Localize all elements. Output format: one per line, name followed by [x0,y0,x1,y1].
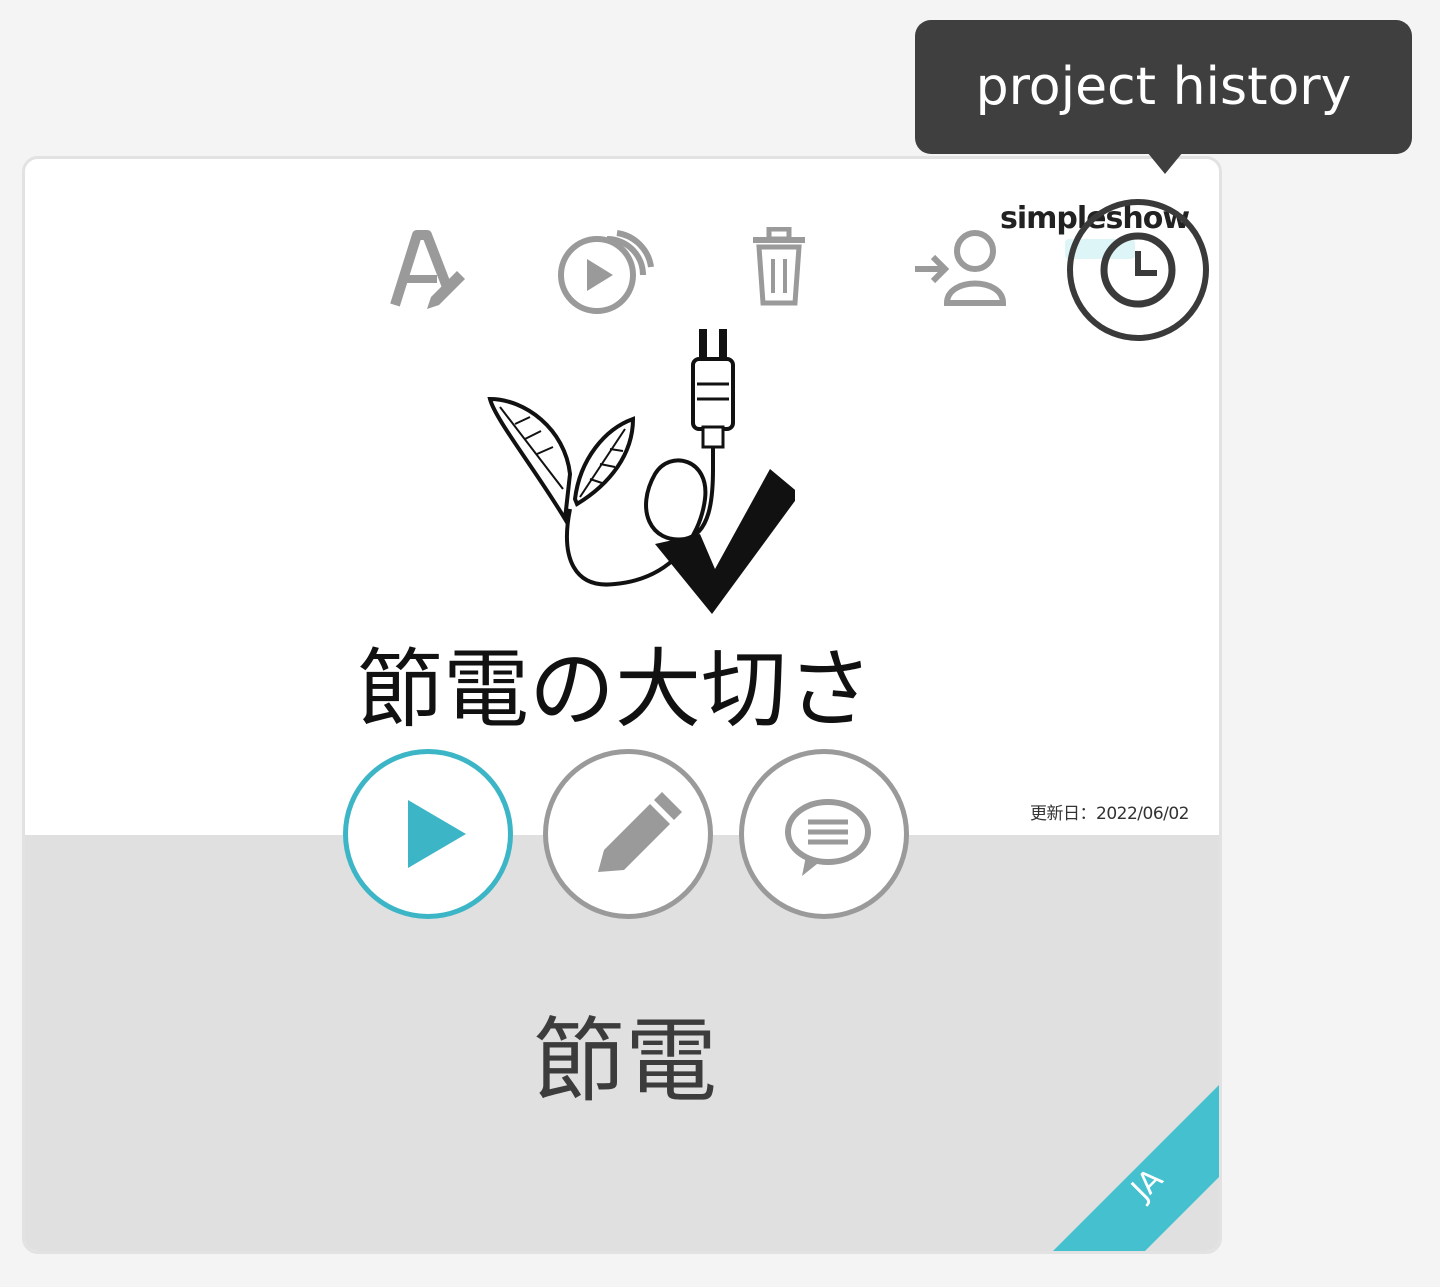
speech-bubble-icon [785,799,871,876]
play-button[interactable] [343,749,513,919]
update-date: 更新日：2022/06/02 [1030,804,1189,824]
tooltip-project-history: project history [915,20,1412,154]
slide-title: 節電の大切さ [357,640,873,740]
project-name: 節電 [532,1008,717,1115]
leaf-plug-checkmark-illustration [487,329,795,614]
pencil-icon [598,792,682,872]
tooltip-arrow [1147,152,1183,174]
rename-icon[interactable] [387,227,467,317]
edit-button[interactable] [543,749,713,919]
project-card[interactable]: simpleshow 節電の大切さ 更新日：2022/06/02 節電 JA [22,156,1222,1254]
trash-icon[interactable] [747,227,811,307]
comment-button[interactable] [739,749,909,919]
presentations-icon[interactable] [555,219,655,319]
share-user-icon[interactable] [911,227,1011,307]
language-ribbon [1053,1085,1219,1251]
history-clock-icon[interactable] [1065,197,1211,343]
